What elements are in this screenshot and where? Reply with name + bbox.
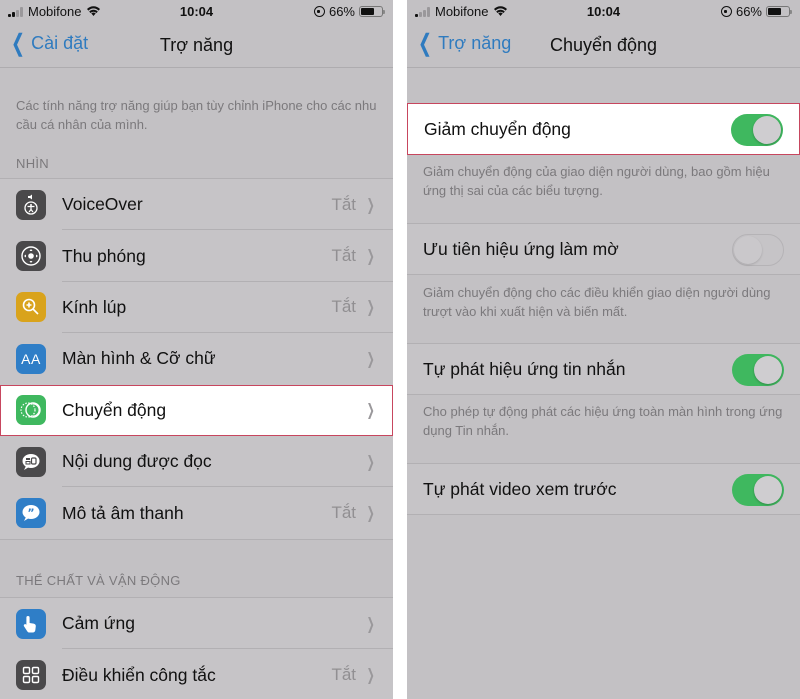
row-label: Màn hình & Cỡ chữ [62,348,216,369]
row-zoom[interactable]: Thu phóng Tắt ❯ [0,230,393,282]
accessibility-screen: Mobifone 10:04 66% ❮ Cài đặt Trợ năng Cá… [0,0,393,699]
row-label: Cảm ứng [62,613,135,634]
row-label: Nội dung được đọc [62,451,212,472]
setting-label: Ưu tiên hiệu ứng làm mờ [423,239,619,259]
prefer-cross-fade-toggle[interactable] [732,234,784,266]
audio-descriptions-icon: ” [16,498,46,529]
row-label: Kính lúp [62,296,127,317]
setting-label: Tự phát hiệu ứng tin nhắn [423,359,626,379]
section-header-physical-motor: THỂ CHẤT VÀ VẬN ĐỘNG [16,573,181,588]
status-bar: Mobifone 10:04 66% [407,0,800,24]
page-title: Trợ năng [159,35,234,55]
battery-percent: 66% [735,4,762,19]
chevron-right-icon: ❯ [366,505,375,523]
motion-icon [16,395,46,426]
setting-auto-play-message-effects: Tự phát hiệu ứng tin nhắn [407,343,800,395]
voiceover-icon [16,189,46,220]
zoom-icon [16,241,46,272]
chevron-right-icon: ❯ [366,402,375,420]
nav-bar: ❮ Trợ năng Chuyển động [407,24,800,68]
row-label: Mô tả âm thanh [62,502,184,523]
setting-prefer-cross-fade: Ưu tiên hiệu ứng làm mờ [407,223,800,275]
row-switch-control[interactable]: Điều khiển công tắc Tắt ❯ [0,649,393,699]
row-touch[interactable]: Cảm ứng ❯ [0,598,393,650]
auto-play-video-previews-toggle[interactable] [732,474,784,506]
row-voiceover[interactable]: VoiceOver Tắt ❯ [0,179,393,231]
row-label: Điều khiển công tắc [62,664,216,685]
setting-footer: Cho phép tự động phát các hiệu ứng toàn … [423,404,783,438]
chevron-right-icon: ❯ [366,350,375,368]
battery-icon [359,6,385,17]
row-label: VoiceOver [62,194,143,215]
row-spoken-content[interactable]: Nội dung được đọc ❯ [0,436,393,488]
svg-text:”: ” [27,507,34,520]
row-value: Tắt [331,194,356,214]
chevron-right-icon: ❯ [366,248,375,266]
nav-bar: ❮ Cài đặt Trợ năng [0,24,393,68]
page-title: Chuyển động [549,35,658,55]
rotation-lock-icon [720,6,732,17]
row-label: Chuyển động [62,399,167,420]
row-audio-descriptions[interactable]: ” Mô tả âm thanh Tắt ❯ [0,487,393,538]
setting-footer: Giảm chuyển động của giao diện người dùn… [423,164,770,198]
motion-screen: Mobifone 10:04 66% ❮ Trợ năng Chuyển độn… [407,0,800,699]
row-value: Tắt [331,297,356,317]
row-value: Tắt [331,503,356,523]
reduce-motion-toggle[interactable] [731,114,783,146]
rotation-lock-icon [313,6,325,17]
auto-play-message-effects-toggle[interactable] [732,354,784,386]
chevron-right-icon: ❯ [366,615,375,633]
status-bar: Mobifone 10:04 66% [0,0,393,24]
row-magnifier[interactable]: Kính lúp Tắt ❯ [0,282,393,334]
setting-label: Tự phát video xem trước [423,479,617,499]
chevron-right-icon: ❯ [366,667,375,685]
spoken-content-icon [16,446,46,477]
intro-text: Các tính năng trợ năng giúp bạn tùy chỉn… [16,98,377,132]
vision-group: VoiceOver Tắt ❯ Thu phóng Tắt ❯ Kính lúp… [0,178,393,540]
chevron-right-icon: ❯ [366,453,375,471]
row-value: Tắt [331,246,356,266]
switch-control-icon [16,660,46,691]
battery-icon [766,6,792,17]
row-display-text-size[interactable]: AA Màn hình & Cỡ chữ ❯ [0,333,393,384]
row-value: Tắt [331,665,356,685]
row-motion[interactable]: Chuyển động ❯ [0,384,393,436]
section-header-vision: NHÌN [16,156,49,171]
chevron-right-icon: ❯ [366,196,375,214]
physical-motor-group: Cảm ứng ❯ Điều khiển công tắc Tắt ❯ [0,597,393,699]
setting-auto-play-video-previews: Tự phát video xem trước [407,463,800,515]
magnifier-icon [16,292,46,323]
row-label: Thu phóng [62,245,146,266]
chevron-right-icon: ❯ [366,299,375,317]
setting-footer: Giảm chuyển động cho các điều khiển giao… [423,285,771,319]
battery-percent: 66% [328,4,355,19]
touch-icon [16,608,46,639]
setting-label: Giảm chuyển động [424,119,571,139]
setting-reduce-motion: Giảm chuyển động [407,103,800,155]
display-text-size-icon: AA [16,343,46,374]
